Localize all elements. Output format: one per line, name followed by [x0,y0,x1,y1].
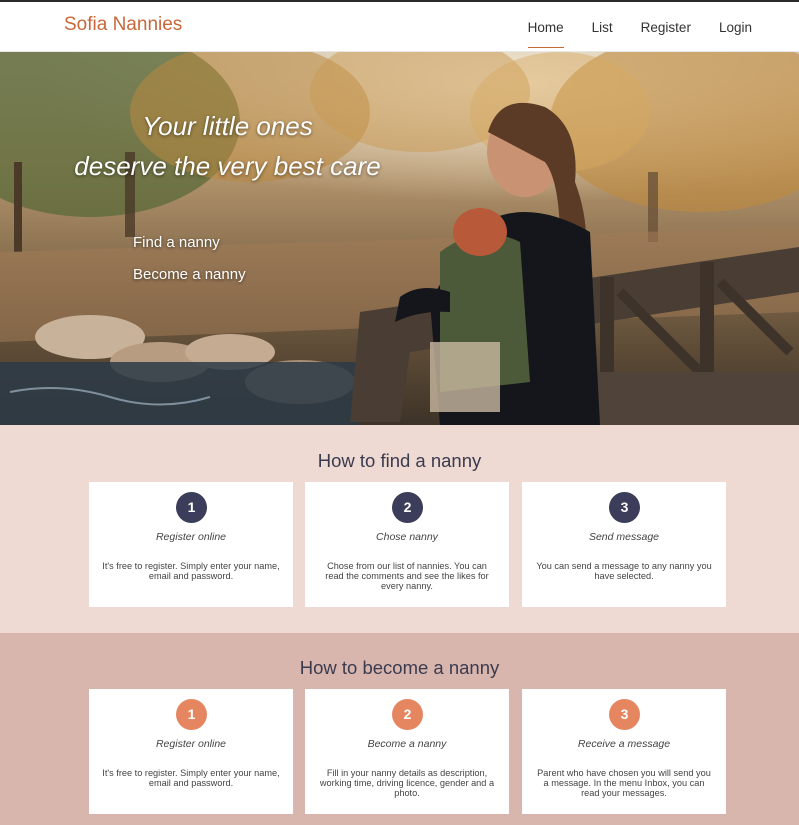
step-description: Parent who have chosen you will send you… [537,768,711,798]
hero-title-line2: deserve the very best care [74,151,381,181]
navbar: Sofia Nannies Home List Register Login [0,2,799,52]
step-number-badge: 1 [176,492,207,523]
nav-home[interactable]: Home [527,16,564,48]
hero-photo [0,52,799,425]
step-card: 1 Register online It's free to register.… [89,482,293,607]
step-card: 3 Send message You can send a message to… [522,482,726,607]
step-card: 1 Register online It's free to register.… [89,689,293,814]
step-title: Receive a message [577,738,671,750]
main-nav: Home List Register Login [500,2,752,52]
step-title: Chose nanny [376,531,438,543]
step-card: 3 Receive a message Parent who have chos… [522,689,726,814]
step-description: It's free to register. Simply enter your… [102,561,280,581]
step-description: Chose from our list of nannies. You can … [325,561,489,591]
find-nanny-link[interactable]: Find a nanny [133,234,220,251]
step-title: Register online [155,738,227,750]
find-nanny-section: How to find a nanny 1 Register online It… [0,425,799,633]
step-title: Register online [155,531,227,543]
step-number-badge: 3 [609,492,640,523]
nav-register[interactable]: Register [641,16,691,39]
hero-title-line1: Your little ones [142,111,313,141]
find-section-title: How to find a nanny [317,450,482,471]
hero-banner: Your little ones deserve the very best c… [0,52,799,425]
nav-login[interactable]: Login [719,16,752,39]
become-section-title: How to become a nanny [299,657,500,678]
step-title: Send message [588,531,660,543]
step-number-badge: 2 [392,492,423,523]
step-card: 2 Become a nanny Fill in your nanny deta… [305,689,509,814]
brand-logo[interactable]: Sofia Nannies [64,14,182,36]
step-description: It's free to register. Simply enter your… [102,768,280,788]
step-description: Fill in your nanny details as descriptio… [319,768,495,798]
become-nanny-link[interactable]: Become a nanny [133,266,246,283]
step-card: 2 Chose nanny Chose from our list of nan… [305,482,509,607]
nav-list[interactable]: List [592,16,613,39]
become-nanny-section: How to become a nanny 1 Register online … [0,633,799,825]
step-number-badge: 3 [609,699,640,730]
step-title: Become a nanny [367,738,447,750]
step-description: You can send a message to any nanny you … [536,561,712,581]
step-number-badge: 1 [176,699,207,730]
step-number-badge: 2 [392,699,423,730]
